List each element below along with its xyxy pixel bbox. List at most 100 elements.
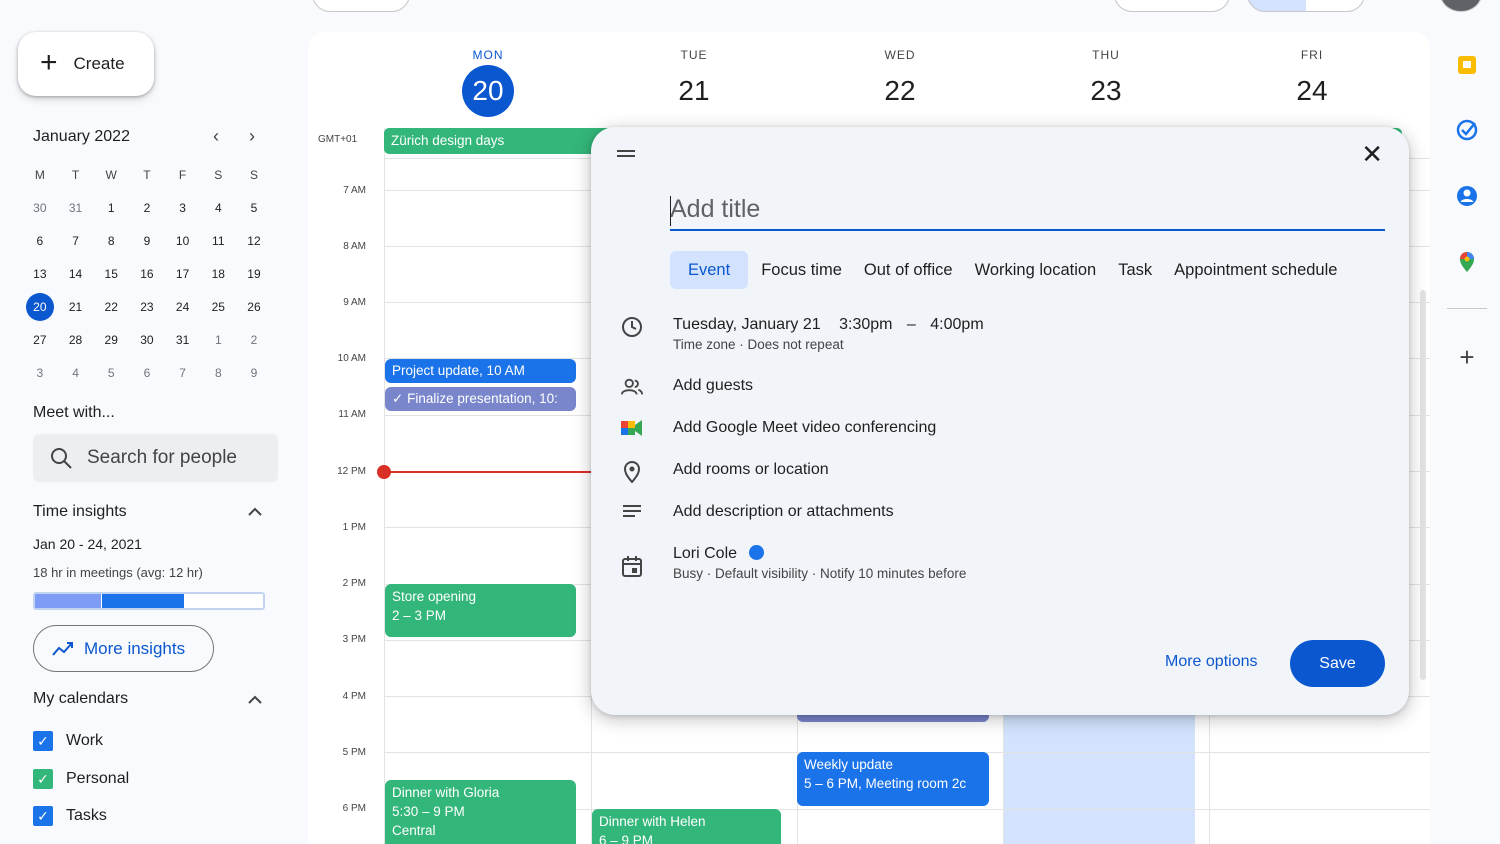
avatar[interactable] bbox=[1440, 0, 1482, 12]
day-header-tue[interactable]: TUE 21 bbox=[591, 48, 797, 116]
add-addon-plus-icon[interactable]: + bbox=[1455, 342, 1479, 372]
tab-task[interactable]: Task bbox=[1107, 251, 1163, 289]
mini-calendar-day[interactable]: 8 bbox=[200, 356, 236, 389]
search-people-field[interactable]: Search for people bbox=[33, 434, 278, 482]
tab-working-location[interactable]: Working location bbox=[964, 251, 1108, 289]
top-bar-button[interactable] bbox=[1114, 0, 1230, 12]
mini-calendar-day[interactable]: 17 bbox=[165, 257, 201, 290]
day-header-mon[interactable]: MON 20 bbox=[385, 48, 591, 117]
event-dinner-helen[interactable]: Dinner with Helen 6 – 9 PM bbox=[592, 809, 781, 844]
mini-calendar-day[interactable]: 30 bbox=[22, 191, 58, 224]
more-options-button[interactable]: More options bbox=[1165, 653, 1258, 671]
event-date[interactable]: Tuesday, January 21 bbox=[673, 316, 821, 333]
mini-calendar-day-selected[interactable]: 20 bbox=[22, 290, 58, 323]
tasks-icon[interactable] bbox=[1455, 118, 1479, 142]
event-end-time[interactable]: 4:00pm bbox=[930, 316, 983, 333]
mini-calendar-day[interactable]: 14 bbox=[58, 257, 94, 290]
calendar-color-dot[interactable] bbox=[749, 545, 765, 560]
add-description-row[interactable]: Add description or attachments bbox=[621, 503, 894, 521]
datetime-row[interactable]: Tuesday, January 21 3:30pm – 4:00pm Time… bbox=[621, 316, 984, 352]
mini-calendar-day[interactable]: 25 bbox=[200, 290, 236, 323]
day-header-thu[interactable]: THU 23 bbox=[1003, 48, 1209, 116]
tab-focus-time[interactable]: Focus time bbox=[750, 251, 853, 289]
mini-calendar-day[interactable]: 2 bbox=[129, 191, 165, 224]
checkbox-checked-icon[interactable]: ✓ bbox=[33, 731, 53, 751]
event-finalize-presentation[interactable]: ✓ Finalize presentation, 10: bbox=[385, 387, 576, 411]
add-meet-row[interactable]: Add Google Meet video conferencing bbox=[621, 419, 936, 437]
mini-calendar-day[interactable]: 26 bbox=[236, 290, 272, 323]
mini-calendar-day[interactable]: 5 bbox=[93, 356, 129, 389]
mini-calendar-day[interactable]: 28 bbox=[58, 323, 94, 356]
mini-calendar-day[interactable]: 12 bbox=[236, 224, 272, 257]
focus-time-block[interactable] bbox=[1003, 712, 1195, 844]
contacts-icon[interactable] bbox=[1455, 184, 1479, 208]
mini-calendar-day[interactable]: 16 bbox=[129, 257, 165, 290]
mini-calendar-day[interactable]: 13 bbox=[22, 257, 58, 290]
maps-icon[interactable] bbox=[1455, 250, 1479, 274]
mini-calendar-day[interactable]: 30 bbox=[129, 323, 165, 356]
time-subtext[interactable]: Time zone · Does not repeat bbox=[673, 337, 984, 352]
mini-calendar-day[interactable]: 10 bbox=[165, 224, 201, 257]
close-icon[interactable]: ✕ bbox=[1361, 139, 1383, 170]
event-title-input[interactable] bbox=[670, 189, 1385, 231]
mini-calendar-day[interactable]: 1 bbox=[93, 191, 129, 224]
checkbox-checked-icon[interactable]: ✓ bbox=[33, 769, 53, 789]
event-store-opening[interactable]: Store opening 2 – 3 PM bbox=[385, 584, 576, 637]
scrollbar[interactable] bbox=[1420, 290, 1426, 680]
mini-calendar-day[interactable]: 1 bbox=[200, 323, 236, 356]
mini-calendar-day[interactable]: 22 bbox=[93, 290, 129, 323]
event-dinner-gloria[interactable]: Dinner with Gloria 5:30 – 9 PM Central bbox=[385, 780, 576, 844]
drag-handle-icon[interactable] bbox=[617, 150, 635, 160]
top-bar-button[interactable] bbox=[312, 0, 410, 12]
mini-calendar-day[interactable]: 24 bbox=[165, 290, 201, 323]
mini-calendar-day[interactable]: 3 bbox=[22, 356, 58, 389]
chevron-up-icon[interactable] bbox=[247, 506, 263, 518]
checkbox-checked-icon[interactable]: ✓ bbox=[33, 806, 53, 826]
tab-event[interactable]: Event bbox=[670, 251, 749, 289]
calendar-item-personal[interactable]: ✓ Personal bbox=[33, 769, 129, 789]
mini-calendar-day[interactable]: 21 bbox=[58, 290, 94, 323]
calendar-label: Tasks bbox=[66, 807, 107, 824]
chevron-up-icon[interactable] bbox=[247, 694, 263, 706]
create-button[interactable]: + Create bbox=[18, 32, 154, 96]
mini-calendar-day[interactable]: 4 bbox=[200, 191, 236, 224]
mini-calendar-day[interactable]: 29 bbox=[93, 323, 129, 356]
mini-calendar-day[interactable]: 31 bbox=[58, 191, 94, 224]
mini-calendar-day[interactable]: 19 bbox=[236, 257, 272, 290]
mini-calendar-day[interactable]: 2 bbox=[236, 323, 272, 356]
add-guests-row[interactable]: Add guests bbox=[621, 377, 753, 397]
mini-calendar-day[interactable]: 23 bbox=[129, 290, 165, 323]
mini-calendar-day[interactable]: 7 bbox=[165, 356, 201, 389]
chevron-right-icon[interactable]: › bbox=[249, 126, 255, 147]
mini-calendar-day[interactable]: 31 bbox=[165, 323, 201, 356]
mini-calendar-day[interactable]: 3 bbox=[165, 191, 201, 224]
mini-calendar-day[interactable]: 9 bbox=[236, 356, 272, 389]
mini-calendar-day[interactable]: 18 bbox=[200, 257, 236, 290]
mini-calendar-day[interactable]: 6 bbox=[129, 356, 165, 389]
event-start-time[interactable]: 3:30pm bbox=[839, 316, 892, 333]
add-location-row[interactable]: Add rooms or location bbox=[621, 461, 829, 483]
tab-out-of-office[interactable]: Out of office bbox=[853, 251, 964, 289]
day-header-wed[interactable]: WED 22 bbox=[797, 48, 1003, 116]
event-weekly-update[interactable]: Weekly update 5 – 6 PM, Meeting room 2c bbox=[797, 752, 989, 806]
mini-calendar-day[interactable]: 15 bbox=[93, 257, 129, 290]
mini-calendar-day[interactable]: 6 bbox=[22, 224, 58, 257]
mini-calendar-day[interactable]: 4 bbox=[58, 356, 94, 389]
keep-icon[interactable] bbox=[1455, 53, 1479, 77]
mini-calendar-day[interactable]: 11 bbox=[200, 224, 236, 257]
mini-calendar-day[interactable]: 7 bbox=[58, 224, 94, 257]
calendar-owner-row[interactable]: Lori Cole Busy · Default visibility · No… bbox=[621, 545, 966, 581]
more-insights-button[interactable]: More insights bbox=[33, 625, 214, 672]
mini-calendar-day[interactable]: 8 bbox=[93, 224, 129, 257]
view-toggle[interactable] bbox=[1247, 0, 1365, 12]
save-button[interactable]: Save bbox=[1290, 640, 1385, 687]
tab-appointment-schedule[interactable]: Appointment schedule bbox=[1163, 251, 1348, 289]
calendar-item-tasks[interactable]: ✓ Tasks bbox=[33, 806, 107, 826]
mini-calendar-day[interactable]: 5 bbox=[236, 191, 272, 224]
event-project-update[interactable]: Project update, 10 AM bbox=[385, 359, 576, 383]
day-header-fri[interactable]: FRI 24 bbox=[1209, 48, 1415, 116]
calendar-item-work[interactable]: ✓ Work bbox=[33, 731, 103, 751]
mini-calendar-day[interactable]: 9 bbox=[129, 224, 165, 257]
chevron-left-icon[interactable]: ‹ bbox=[213, 126, 219, 147]
mini-calendar-day[interactable]: 27 bbox=[22, 323, 58, 356]
